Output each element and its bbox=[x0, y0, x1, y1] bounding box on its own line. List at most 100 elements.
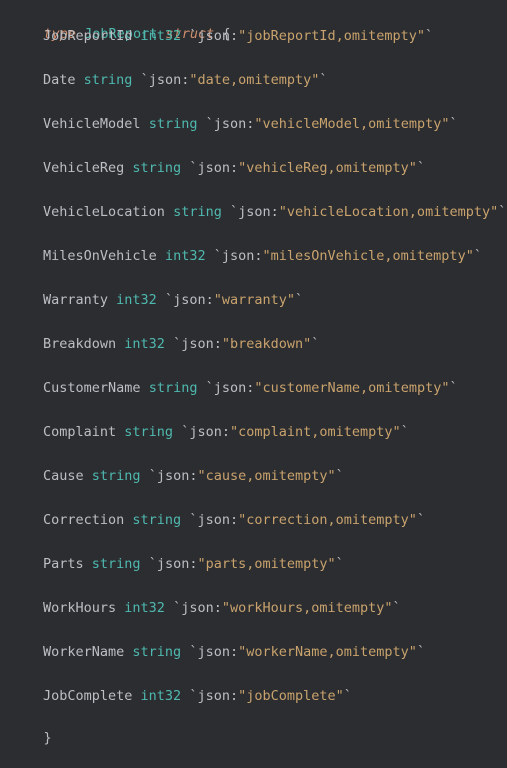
struct-tag-prefix: `json: bbox=[148, 556, 198, 572]
field-name: Complaint bbox=[43, 424, 117, 440]
struct-tag-prefix: `json: bbox=[164, 292, 214, 308]
struct-tag-suffix: ` bbox=[449, 380, 458, 396]
struct-tag-value: "jobComplete" bbox=[238, 688, 344, 704]
field-line[interactable]: Correction string `json:"correction,omit… bbox=[43, 510, 425, 530]
field-type: string bbox=[148, 380, 198, 396]
struct-tag-value: "vehicleModel,omitempty" bbox=[254, 116, 450, 132]
field-type: string bbox=[83, 72, 133, 88]
field-type: int32 bbox=[116, 292, 157, 308]
field-type: string bbox=[132, 160, 182, 176]
field-type: string bbox=[148, 116, 198, 132]
struct-tag-prefix: `json: bbox=[189, 28, 239, 44]
field-line[interactable]: JobReportId int32 `json:"jobReportId,omi… bbox=[43, 26, 433, 46]
struct-tag-prefix: `json: bbox=[173, 336, 222, 352]
field-line[interactable]: Complaint string `json:"complaint,omitem… bbox=[43, 422, 409, 442]
struct-tag-value: "jobReportId,omitempty" bbox=[238, 28, 426, 44]
field-type: int32 bbox=[124, 600, 165, 616]
struct-tag-prefix: `json: bbox=[213, 248, 263, 264]
field-type: int32 bbox=[140, 688, 182, 704]
struct-tag-suffix: ` bbox=[319, 72, 328, 88]
struct-tag-prefix: `json: bbox=[205, 380, 255, 396]
struct-tag-prefix: `json: bbox=[189, 512, 239, 528]
field-line[interactable]: MilesOnVehicle int32 `json:"milesOnVehic… bbox=[43, 246, 482, 266]
struct-tag-suffix: ` bbox=[498, 204, 507, 220]
close-brace: } bbox=[43, 730, 52, 746]
field-name: VehicleReg bbox=[43, 160, 125, 176]
field-line[interactable]: JobComplete int32 `json:"jobComplete"` bbox=[43, 686, 352, 706]
field-line[interactable]: WorkHours int32 `json:"workHours,omitemp… bbox=[43, 598, 401, 618]
field-line[interactable]: VehicleReg string `json:"vehicleReg,omit… bbox=[43, 158, 425, 178]
struct-tag-suffix: ` bbox=[416, 512, 426, 528]
struct-tag-value: "correction,omitempty" bbox=[238, 512, 417, 528]
struct-tag-prefix: `json: bbox=[189, 688, 239, 704]
struct-tag-value: "vehicleLocation,omitempty" bbox=[278, 204, 499, 220]
field-line[interactable]: Breakdown int32 `json:"breakdown"` bbox=[43, 334, 319, 354]
struct-tag-suffix: ` bbox=[343, 688, 352, 704]
field-name: Parts bbox=[43, 556, 84, 572]
struct-tag-prefix: `json: bbox=[181, 424, 230, 440]
field-type: string bbox=[91, 468, 141, 484]
struct-tag-value: "workHours,omitempty" bbox=[221, 600, 393, 616]
struct-tag-value: "milesOnVehicle,omitempty" bbox=[262, 248, 474, 264]
field-type: string bbox=[173, 204, 222, 220]
struct-tag-suffix: ` bbox=[335, 556, 344, 572]
field-type: string bbox=[124, 424, 174, 440]
struct-tag-value: "complaint,omitempty" bbox=[230, 424, 401, 440]
field-name: CustomerName bbox=[43, 380, 141, 396]
close-brace-line[interactable]: } bbox=[11, 708, 52, 746]
field-name: VehicleLocation bbox=[43, 204, 165, 220]
field-name: MilesOnVehicle bbox=[43, 248, 157, 264]
field-line[interactable]: Parts string `json:"parts,omitempty"` bbox=[43, 554, 344, 574]
struct-tag-suffix: ` bbox=[295, 292, 304, 308]
struct-tag-prefix: `json: bbox=[229, 204, 279, 220]
field-line[interactable]: WorkerName string `json:"workerName,omit… bbox=[43, 642, 425, 662]
struct-tag-suffix: ` bbox=[335, 468, 344, 484]
field-name: Warranty bbox=[43, 292, 109, 308]
struct-tag-suffix: ` bbox=[473, 248, 482, 264]
field-line[interactable]: VehicleModel string `json:"vehicleModel,… bbox=[43, 114, 458, 134]
field-name: Correction bbox=[43, 512, 125, 528]
field-type: int32 bbox=[124, 336, 165, 352]
struct-tag-value: "breakdown" bbox=[221, 336, 312, 352]
struct-tag-value: "vehicleReg,omitempty" bbox=[238, 160, 417, 176]
field-type: int32 bbox=[164, 248, 206, 264]
struct-tag-suffix: ` bbox=[449, 116, 458, 132]
field-name: JobComplete bbox=[43, 688, 133, 704]
field-name: WorkerName bbox=[43, 644, 125, 660]
struct-tag-value: "workerName,omitempty" bbox=[238, 644, 417, 660]
struct-tag-value: "cause,omitempty" bbox=[197, 468, 336, 484]
field-line[interactable]: CustomerName string `json:"customerName,… bbox=[43, 378, 458, 398]
struct-tag-value: "warranty" bbox=[213, 292, 296, 308]
field-name: JobReportId bbox=[43, 28, 133, 44]
struct-tag-value: "parts,omitempty" bbox=[197, 556, 336, 572]
field-type: string bbox=[91, 556, 141, 572]
struct-tag-prefix: `json: bbox=[173, 600, 222, 616]
struct-tag-prefix: `json: bbox=[140, 72, 190, 88]
struct-tag-suffix: ` bbox=[416, 160, 426, 176]
struct-declaration-line[interactable]: type JobReport struct { bbox=[11, 4, 231, 42]
field-type: string bbox=[132, 644, 182, 660]
field-name: VehicleModel bbox=[43, 116, 141, 132]
field-name: WorkHours bbox=[43, 600, 117, 616]
field-line[interactable]: Cause string `json:"cause,omitempty"` bbox=[43, 466, 344, 486]
field-name: Date bbox=[43, 72, 76, 88]
struct-tag-suffix: ` bbox=[425, 28, 434, 44]
struct-tag-prefix: `json: bbox=[189, 160, 239, 176]
field-line[interactable]: VehicleLocation string `json:"vehicleLoc… bbox=[43, 202, 506, 222]
field-line[interactable]: Warranty int32 `json:"warranty"` bbox=[43, 290, 303, 310]
field-name: Cause bbox=[43, 468, 84, 484]
code-editor[interactable]: type JobReport struct { JobReportId int3… bbox=[0, 0, 507, 746]
struct-tag-value: "customerName,omitempty" bbox=[254, 380, 450, 396]
field-line[interactable]: Date string `json:"date,omitempty"` bbox=[43, 70, 328, 90]
struct-tag-prefix: `json: bbox=[148, 468, 198, 484]
struct-tag-value: "date,omitempty" bbox=[189, 72, 320, 88]
struct-tag-suffix: ` bbox=[400, 424, 409, 440]
field-name: Breakdown bbox=[43, 336, 117, 352]
struct-tag-prefix: `json: bbox=[189, 644, 239, 660]
field-type: int32 bbox=[140, 28, 182, 44]
struct-tag-suffix: ` bbox=[392, 600, 401, 616]
struct-tag-suffix: ` bbox=[311, 336, 320, 352]
field-type: string bbox=[132, 512, 182, 528]
struct-tag-suffix: ` bbox=[416, 644, 426, 660]
struct-tag-prefix: `json: bbox=[205, 116, 255, 132]
